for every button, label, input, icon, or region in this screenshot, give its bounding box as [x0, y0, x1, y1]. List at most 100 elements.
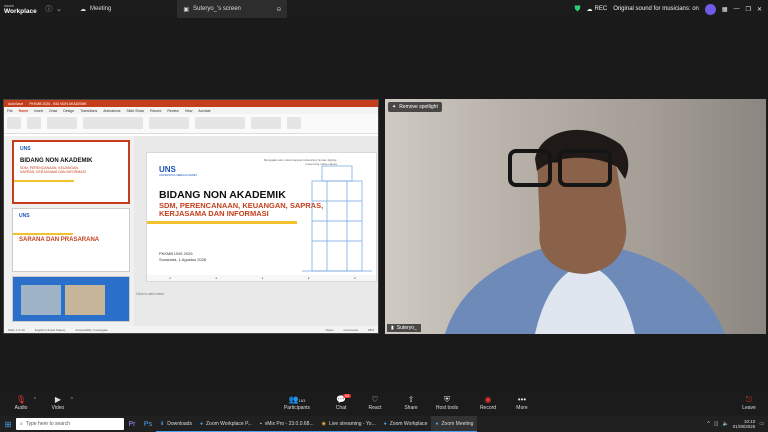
social-icon: ●	[353, 276, 356, 280]
volume-icon[interactable]: 🔈	[723, 421, 729, 427]
windows-start-icon[interactable]: ⊞	[0, 420, 16, 429]
signal-bars-icon: ▮	[391, 325, 394, 331]
slide-thumbnail-2[interactable]: UNS SARANA DAN PRASARANA	[12, 208, 130, 272]
meeting-controls-bar: 🎙 Audio ^ ▶ Video ^ 👥163 Participants 💬 …	[0, 392, 768, 416]
notifications-icon[interactable]: ▭	[759, 421, 764, 427]
autosave-label: AutoSave	[8, 101, 24, 106]
react-button[interactable]: ♡ React	[358, 394, 392, 411]
notes-pane[interactable]: Click to add notes	[136, 292, 164, 296]
participants-button[interactable]: 👥163 Participants	[280, 394, 314, 411]
ellipsis-icon: •••	[517, 395, 527, 404]
chat-button[interactable]: 💬 63 Chat	[324, 394, 358, 411]
tab-shared-screen[interactable]: ▣ Suteryo_'s screen ⊖	[177, 0, 288, 18]
taskbar-app-live-streaming[interactable]: ◉ Live streaming - Yo...	[317, 416, 380, 432]
social-icon: ●	[307, 276, 310, 280]
ppt-menu-animations[interactable]: Animations	[103, 109, 120, 113]
meeting-stage: AutoSave PKKMB 2026 - BID NON AKADEMIK F…	[0, 18, 768, 392]
chevron-up-icon[interactable]: ^	[71, 397, 73, 403]
ppt-menu-view[interactable]: View	[185, 109, 193, 113]
photoshop-icon[interactable]: Ps	[140, 421, 156, 428]
leave-button[interactable]: ⎋ Leave	[732, 394, 766, 411]
tray-chevron-icon[interactable]: ^	[707, 421, 709, 427]
zoom-icon: ●	[435, 420, 439, 427]
social-icon: ●	[215, 276, 218, 280]
ppt-workspace: UNS BIDANG NON AKADEMIK SDM, PERENCANAAN…	[4, 136, 378, 327]
ppt-menu-insert[interactable]: Insert	[34, 109, 43, 113]
taskbar-search[interactable]: ⌕ Type here to search	[16, 418, 124, 430]
participant-video-tile[interactable]: ✦ Remove spotlight ▮ Suteryo_	[385, 99, 766, 334]
ppt-status-bar: Slide 1 of 19 English (United States) Ac…	[4, 326, 378, 333]
tab-meeting[interactable]: ☁ Meeting	[74, 0, 117, 18]
top-right-controls: ⛊ ☁ REC Original sound for musicians: on…	[575, 3, 768, 15]
video-button[interactable]: ▶ Video ^	[41, 394, 75, 411]
taskbar-app-vmix[interactable]: ▪ vMix Pro - 23.0.0.68...	[255, 416, 318, 432]
ppt-menu-review[interactable]: Review	[167, 109, 178, 113]
slide-thumbnail-3[interactable]	[12, 276, 130, 322]
taskbar-app-zoom-workplace-p[interactable]: ● Zoom Workplace P...	[195, 416, 256, 432]
more-button[interactable]: ••• More	[505, 394, 539, 411]
photo-collage	[21, 285, 61, 315]
audio-button[interactable]: 🎙 Audio ^	[4, 394, 38, 411]
ppt-menu-transitions[interactable]: Transitions	[80, 109, 97, 113]
building-illustration	[302, 165, 372, 272]
yellow-stripe	[13, 233, 73, 235]
chevron-down-icon[interactable]: ⌄	[54, 5, 64, 13]
paragraph-controls[interactable]	[149, 117, 189, 129]
cloud-record-icon: ☁	[586, 6, 593, 13]
notes-toggle[interactable]: Notes	[326, 328, 334, 332]
screen-share-icon: ▣	[183, 6, 190, 13]
zoom-logo: zoom Workplace	[4, 3, 37, 15]
uns-logo: UNS	[19, 213, 30, 219]
layout-icon[interactable]	[47, 117, 77, 129]
chevron-up-icon[interactable]: ^	[34, 397, 36, 403]
info-icon[interactable]: ⓘ	[44, 4, 54, 14]
editing-controls[interactable]	[251, 117, 281, 129]
drawing-controls[interactable]	[195, 117, 245, 129]
photo-collage	[65, 285, 105, 315]
share-button[interactable]: ⇧ Share	[394, 394, 428, 411]
grid-view-icon[interactable]: ▦	[722, 6, 728, 13]
leave-icon: ⎋	[745, 395, 753, 404]
recording-indicator[interactable]: ☁ REC	[587, 6, 608, 13]
shield-icon[interactable]: ⛊	[575, 4, 581, 14]
paste-icon[interactable]	[7, 117, 21, 129]
maximize-icon[interactable]: ❐	[746, 6, 751, 13]
ppt-menu-draw[interactable]: Draw	[49, 109, 57, 113]
ai-companion-icon[interactable]	[704, 3, 716, 15]
share-arrow-icon: ⇧	[407, 395, 415, 404]
zoom-level[interactable]: 98%	[368, 328, 374, 332]
remove-spotlight-button[interactable]: ✦ Remove spotlight	[388, 102, 442, 112]
minimize-icon[interactable]: —	[734, 6, 740, 12]
slide-thumbnail-1[interactable]: UNS BIDANG NON AKADEMIK SDM, PERENCANAAN…	[12, 140, 130, 204]
designer-icon[interactable]	[287, 117, 301, 129]
new-slide-icon[interactable]	[27, 117, 41, 129]
ppt-menu-file[interactable]: File	[7, 109, 13, 113]
ppt-menu-record[interactable]: Record	[150, 109, 161, 113]
record-button[interactable]: ◉ Record	[471, 394, 505, 411]
taskbar-app-zoom-workplace[interactable]: ● Zoom Workplace	[379, 416, 432, 432]
network-icon[interactable]: ◫	[714, 421, 719, 427]
comments-toggle[interactable]: Comments	[343, 328, 358, 332]
close-icon[interactable]: ✕	[757, 6, 762, 13]
slide-thumbnail-pane[interactable]: UNS BIDANG NON AKADEMIK SDM, PERENCANAAN…	[4, 136, 134, 327]
heart-icon: ♡	[371, 395, 379, 404]
taskbar-app-downloads[interactable]: ⬇ Downloads	[156, 416, 196, 432]
premiere-icon[interactable]: Pr	[124, 421, 140, 428]
main-slide-canvas[interactable]: UNS UNIVERSITAS SEBELAS MARET Mengajak s…	[146, 152, 377, 282]
taskbar-app-zoom-meeting[interactable]: ● Zoom Meeting	[431, 416, 478, 432]
host-tools-button[interactable]: ⛨ Host tools	[430, 394, 464, 411]
ppt-menu-home[interactable]: Home	[19, 109, 29, 113]
ppt-menu-acrobat[interactable]: Acrobat	[198, 109, 210, 113]
meeting-icon: ☁	[80, 6, 86, 13]
font-controls[interactable]	[83, 117, 143, 129]
taskbar-clock[interactable]: 10:10 01/08/2026	[733, 419, 756, 429]
view-options-icon[interactable]: ⊖	[276, 6, 281, 13]
spotlight-icon: ✦	[392, 104, 397, 110]
ppt-filename: PKKMB 2026 - BID NON AKADEMIK	[29, 101, 87, 106]
zoom-title-bar: zoom Workplace ⓘ ⌄ ☁ Meeting ▣ Suteryo_'…	[0, 0, 768, 18]
sound-status[interactable]: Original sound for musicians: on	[613, 6, 699, 12]
shield-icon: ⛨	[444, 395, 450, 404]
ppt-menu-design[interactable]: Design	[63, 109, 74, 113]
ppt-menu-slideshow[interactable]: Slide Show	[127, 109, 145, 113]
shared-screen[interactable]: AutoSave PKKMB 2026 - BID NON AKADEMIK F…	[3, 99, 379, 334]
